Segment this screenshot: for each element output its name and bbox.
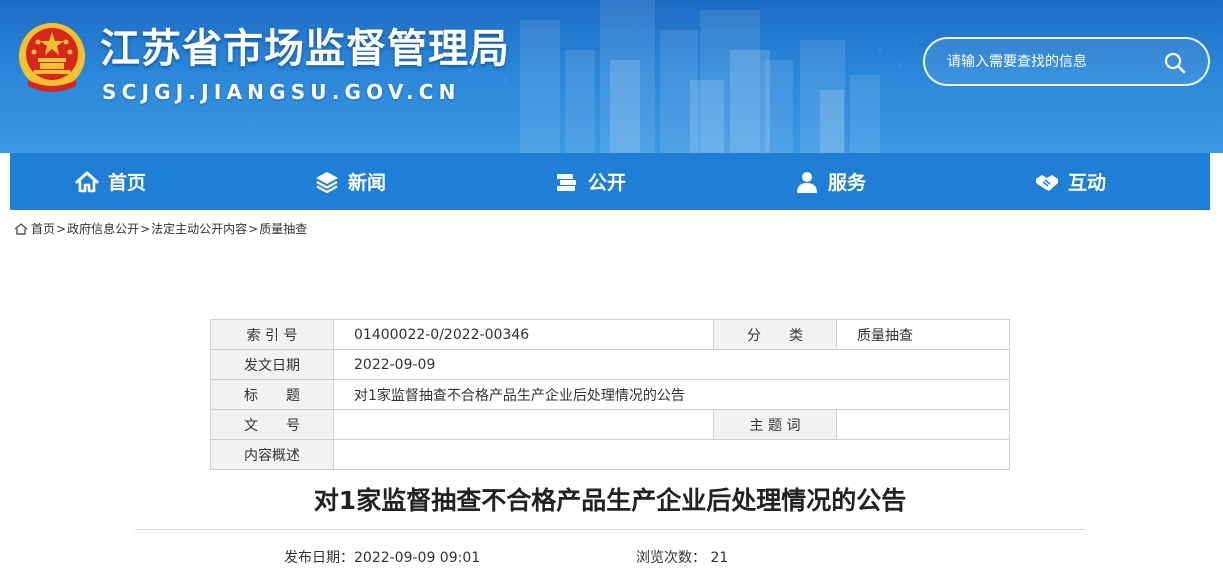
- site-domain: SCJGJ.JIANGSU.GOV.CN: [102, 80, 461, 104]
- title-divider: [135, 529, 1085, 530]
- summary-value: [333, 439, 1010, 470]
- site-title: 江苏省市场监督管理局: [100, 26, 510, 72]
- summary-label: 内容概述: [210, 439, 334, 470]
- index-value: 01400022-0/2022-00346: [333, 319, 714, 350]
- nav-item-interaction[interactable]: 互动: [1034, 153, 1106, 210]
- publish-date: 发布日期：2022-09-09 09:01: [284, 547, 480, 567]
- breadcrumb-home[interactable]: 首页: [31, 220, 55, 237]
- table-row: 文 号 主 题 词: [210, 409, 1010, 440]
- view-count: 浏览次数： 21: [636, 547, 728, 567]
- search-icon[interactable]: [1163, 51, 1187, 75]
- breadcrumb-separator: >: [248, 221, 259, 236]
- handshake-icon: [1036, 174, 1058, 191]
- breadcrumb-quality-inspection[interactable]: 质量抽查: [259, 220, 307, 237]
- table-row: 标 题 对1家监督抽查不合格产品生产企业后处理情况的公告: [210, 379, 1010, 410]
- breadcrumb: 首页 > 政府信息公开 > 法定主动公开内容 > 质量抽查: [14, 220, 307, 237]
- table-row: 内容概述: [210, 439, 1010, 470]
- article-title: 对1家监督抽查不合格产品生产企业后处理情况的公告: [313, 486, 907, 515]
- views-label: 浏览次数：: [636, 550, 706, 566]
- table-row: 索 引 号 01400022-0/2022-00346 分 类 质量抽查: [210, 319, 1010, 350]
- nav-item-label: 公开: [588, 172, 627, 194]
- main-nav: 首页 新闻 公开 服务 互动: [10, 153, 1210, 210]
- nav-item-news[interactable]: 新闻: [314, 153, 386, 210]
- views-value: 21: [710, 550, 729, 566]
- publish-label: 发布日期：: [284, 550, 354, 566]
- date-value: 2022-09-09: [333, 349, 1010, 380]
- nav-item-label: 服务: [828, 172, 867, 194]
- national-emblem-icon: [19, 23, 85, 92]
- nav-item-public[interactable]: 公开: [554, 153, 626, 210]
- breadcrumb-gov-info[interactable]: 政府信息公开: [67, 220, 139, 237]
- people-icon: [797, 171, 817, 193]
- index-label: 索 引 号: [210, 319, 334, 350]
- keywords-value: [836, 409, 1010, 440]
- breadcrumb-statutory-disclosure[interactable]: 法定主动公开内容: [151, 220, 247, 237]
- breadcrumb-separator: >: [140, 221, 151, 236]
- title-value: 对1家监督抽查不合格产品生产企业后处理情况的公告: [333, 379, 1010, 410]
- title-label: 标 题: [210, 379, 334, 410]
- layers-icon: [316, 171, 338, 193]
- content-page: 首页 > 政府信息公开 > 法定主动公开内容 > 质量抽查 索 引 号 0140…: [10, 210, 1210, 574]
- nav-item-label: 互动: [1068, 172, 1107, 194]
- site-banner: 江苏省市场监督管理局 SCJGJ.JIANGSU.GOV.CN: [0, 0, 1223, 153]
- search-box: [923, 37, 1210, 86]
- home-icon: [14, 222, 28, 235]
- publish-value: 2022-09-09 09:01: [354, 550, 481, 566]
- table-row: 发文日期 2022-09-09: [210, 349, 1010, 380]
- category-label: 分 类: [713, 319, 837, 350]
- document-info-table: 索 引 号 01400022-0/2022-00346 分 类 质量抽查 发文日…: [210, 319, 1010, 470]
- home-icon: [75, 171, 99, 192]
- nav-item-label: 新闻: [348, 172, 387, 194]
- breadcrumb-separator: >: [56, 221, 67, 236]
- nav-item-service[interactable]: 服务: [794, 153, 866, 210]
- nav-item-label: 首页: [108, 172, 147, 194]
- keywords-label: 主 题 词: [713, 409, 837, 440]
- docno-label: 文 号: [210, 409, 334, 440]
- search-input[interactable]: [947, 51, 1157, 73]
- category-value: 质量抽查: [836, 319, 1010, 350]
- books-icon: [557, 173, 576, 191]
- docno-value: [333, 409, 714, 440]
- date-label: 发文日期: [210, 349, 334, 380]
- nav-item-home[interactable]: 首页: [74, 153, 146, 210]
